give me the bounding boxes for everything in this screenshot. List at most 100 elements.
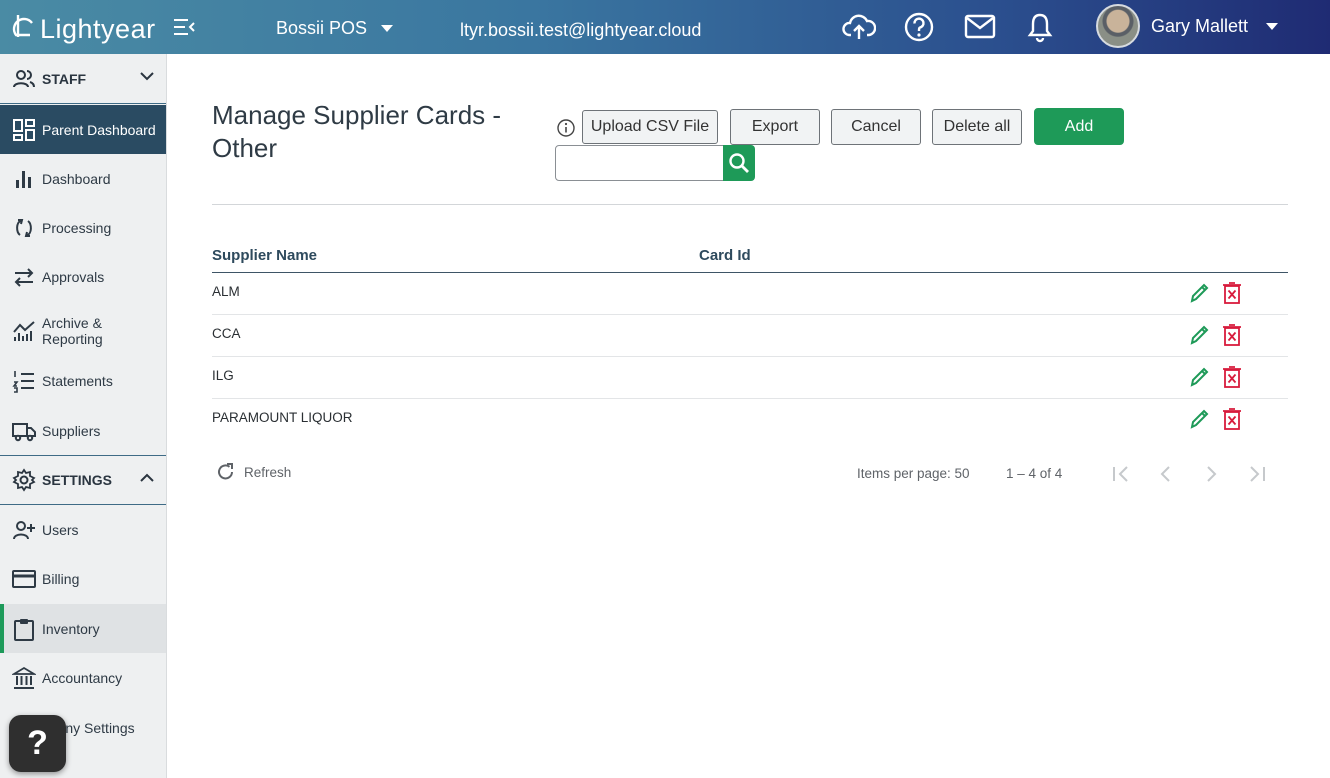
refresh-icon [218, 463, 233, 480]
avatar [1096, 4, 1140, 48]
header-divider [212, 204, 1288, 205]
cloud-logo-icon [12, 15, 33, 37]
edit-pencil-icon[interactable] [1189, 366, 1209, 388]
edit-pencil-icon[interactable] [1189, 324, 1209, 346]
bell-icon[interactable] [1024, 11, 1056, 43]
sidebar-section-label: SETTINGS [42, 472, 113, 488]
sidebar-section-staff[interactable]: STAFF [0, 54, 166, 104]
supplier-name-cell: ALM [212, 284, 240, 299]
supplier-cards-table: Supplier Name Card Id ALM CCA ILG PARAMO… [212, 240, 1288, 441]
sidebar-item-dashboard[interactable]: Dashboard [0, 154, 166, 203]
upload-csv-button[interactable]: Upload CSV File [582, 110, 718, 144]
items-per-page[interactable]: Items per page: 50 [857, 466, 970, 481]
sidebar-item-statements[interactable]: Statements [0, 356, 166, 405]
edit-pencil-icon[interactable] [1189, 282, 1209, 304]
bank-icon [12, 666, 36, 689]
column-header-card-id[interactable]: Card Id [699, 247, 751, 264]
user-menu[interactable]: Gary Mallett [1096, 4, 1279, 48]
sidebar-section-label: STAFF [42, 70, 87, 87]
credit-card-icon [12, 569, 36, 588]
page-title: Manage Supplier Cards - Other [212, 99, 532, 165]
list-icon [12, 370, 34, 393]
sidebar-item-label: Archive & [42, 314, 102, 331]
sidebar-item-processing[interactable]: Processing [0, 203, 166, 252]
table-row: ILG [212, 357, 1288, 399]
organisation-select[interactable]: Bossii POS [276, 18, 394, 39]
sidebar-item-label: Processing [42, 219, 112, 236]
gear-icon [12, 468, 36, 492]
previous-page-icon[interactable] [1155, 463, 1177, 485]
user-name: Gary Mallett [1151, 15, 1249, 36]
sidebar-item-label-line2: Reporting [42, 330, 103, 347]
table-row: PARAMOUNT LIQUOR [212, 399, 1288, 441]
search-button[interactable] [723, 145, 755, 181]
sidebar-item-label: Users [42, 521, 79, 538]
lightyear-logo[interactable]: Lightyear [8, 4, 156, 48]
bar-chart-icon [16, 170, 31, 188]
sidebar-item-label: Parent Dashboard [42, 121, 156, 138]
export-button[interactable]: Export [730, 109, 820, 145]
refresh-button[interactable]: Refresh [216, 462, 291, 482]
menu-collapse-icon[interactable] [172, 16, 196, 38]
sidebar-item-users[interactable]: Users [0, 505, 166, 554]
paginator: Refresh Items per page: 50 1 – 4 of 4 [212, 455, 1288, 493]
people-icon [13, 69, 35, 87]
chevron-down-icon [381, 25, 394, 32]
first-page-icon[interactable] [1110, 463, 1132, 485]
processing-icon [16, 218, 32, 237]
dashboard-grid-icon [13, 118, 35, 141]
cloud-upload-icon[interactable] [842, 11, 877, 43]
clipboard-icon [14, 618, 34, 641]
info-icon[interactable] [556, 118, 576, 138]
sidebar-item-label: Billing [42, 570, 80, 587]
column-header-supplier-name[interactable]: Supplier Name [212, 247, 317, 264]
swap-arrows-icon [14, 267, 34, 287]
sidebar-item-label: Inventory [42, 620, 100, 637]
refresh-label: Refresh [244, 464, 292, 480]
sidebar-item-suppliers[interactable]: Suppliers [0, 406, 166, 455]
sidebar-item-label: Approvals [42, 268, 105, 285]
supplier-name-cell: CCA [212, 326, 241, 341]
chevron-down-icon [140, 72, 154, 81]
chevron-up-icon [140, 473, 154, 482]
help-fab-button[interactable]: ? [9, 715, 66, 772]
sidebar-item-label: Accountancy [42, 669, 123, 686]
truck-icon [12, 422, 36, 441]
table-header: Supplier Name Card Id [212, 240, 1288, 273]
sidebar-item-label: Suppliers [42, 422, 101, 439]
chart-line-icon [13, 320, 35, 341]
add-button[interactable]: Add [1034, 108, 1124, 145]
delete-icon[interactable] [1223, 282, 1243, 304]
search-input[interactable] [555, 145, 724, 181]
table-row: ALM [212, 273, 1288, 315]
sidebar-item-billing[interactable]: Billing [0, 554, 166, 603]
sidebar-item-archive-reporting[interactable]: Archive & Reporting [0, 306, 166, 355]
top-bar: Lightyear Bossii POS ltyr.bossii.test@li… [0, 0, 1330, 54]
mail-icon[interactable] [964, 11, 996, 43]
sidebar-item-inventory[interactable]: Inventory [0, 604, 166, 653]
last-page-icon[interactable] [1246, 463, 1268, 485]
next-page-icon[interactable] [1200, 463, 1222, 485]
sidebar-section-settings[interactable]: SETTINGS [0, 455, 166, 505]
sidebar-item-parent-dashboard[interactable]: Parent Dashboard [0, 105, 166, 154]
delete-icon[interactable] [1223, 324, 1243, 346]
brand-name: Lightyear [40, 13, 156, 44]
cancel-button[interactable]: Cancel [831, 109, 921, 145]
sidebar-item-approvals[interactable]: Approvals [0, 252, 166, 301]
organisation-name: Bossii POS [276, 18, 368, 38]
page-title-line1: Manage Supplier Cards - [212, 100, 502, 130]
search-icon [729, 153, 749, 173]
delete-icon[interactable] [1223, 366, 1243, 388]
sidebar-item-label: Dashboard [42, 170, 111, 187]
delete-all-button[interactable]: Delete all [932, 109, 1022, 145]
sidebar-item-label: Statements [42, 372, 113, 389]
sidebar: STAFF Parent Dashboard Dashboard Process… [0, 54, 167, 778]
account-email[interactable]: ltyr.bossii.test@lightyear.cloud [460, 20, 701, 41]
edit-pencil-icon[interactable] [1189, 408, 1209, 430]
supplier-name-cell: PARAMOUNT LIQUOR [212, 410, 353, 425]
table-row: CCA [212, 315, 1288, 357]
help-icon[interactable] [903, 11, 935, 43]
add-user-icon [13, 520, 35, 539]
sidebar-item-accountancy[interactable]: Accountancy [0, 653, 166, 702]
delete-icon[interactable] [1223, 408, 1243, 430]
